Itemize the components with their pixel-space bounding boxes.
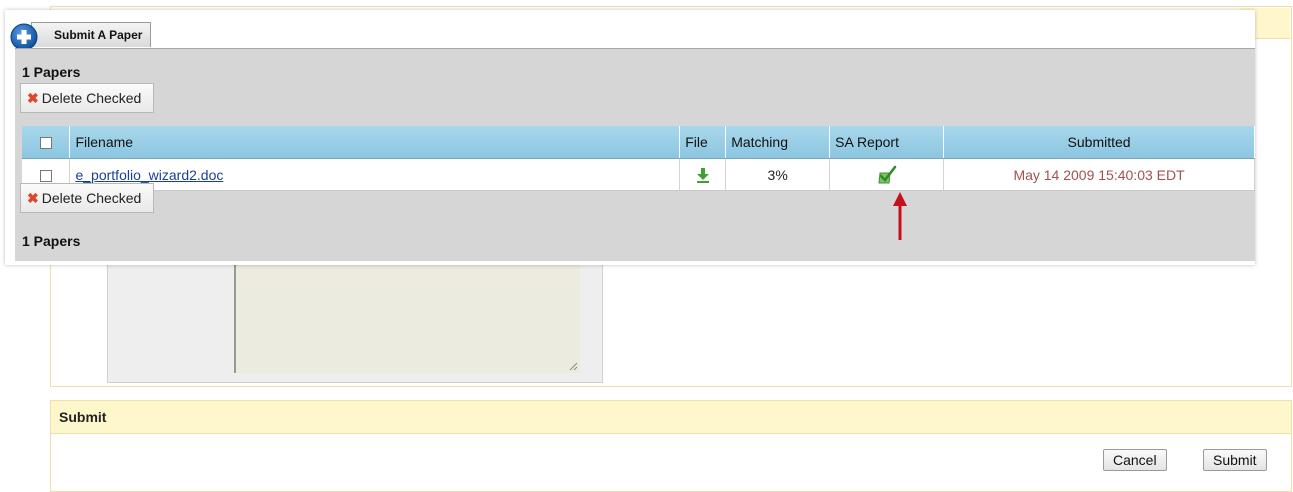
submit-section-title: Submit	[51, 401, 1291, 434]
papers-container: 1 Papers ✖ Delete Checked Filename File M…	[15, 48, 1255, 261]
file-cell	[679, 158, 727, 191]
papers-count-bottom: 1 Papers	[22, 233, 81, 249]
papers-table: Filename File Matching SA Report Submitt…	[22, 126, 1255, 191]
papers-count-top: 1 Papers	[22, 64, 81, 80]
delete-checked-label: Delete Checked	[41, 90, 142, 106]
select-all-checkbox[interactable]	[39, 137, 52, 150]
delete-checked-button-bottom[interactable]: ✖ Delete Checked	[20, 183, 155, 213]
tab-strip: Submit A Paper	[5, 10, 1255, 51]
column-header-sa-report[interactable]: SA Report	[829, 126, 945, 159]
filename-link[interactable]: e_portfolio_wizard2.doc	[75, 167, 223, 183]
select-all-checkbox-cell	[22, 126, 71, 159]
filename-cell: e_portfolio_wizard2.doc	[69, 158, 681, 191]
download-arrow-icon[interactable]	[696, 167, 710, 184]
row-checkbox[interactable]	[39, 169, 52, 182]
delete-x-icon: ✖	[27, 90, 39, 106]
table-header-row: Filename File Matching SA Report Submitt…	[22, 126, 1255, 159]
delete-checked-button-top[interactable]: ✖ Delete Checked	[20, 83, 155, 113]
column-header-matching[interactable]: Matching	[725, 126, 831, 159]
comment-textarea[interactable]	[234, 257, 580, 373]
submit-section: Submit Cancel Submit	[50, 400, 1292, 492]
column-header-filename[interactable]: Filename	[69, 126, 681, 159]
delete-checked-label: Delete Checked	[41, 190, 142, 206]
matching-cell: 3%	[725, 158, 831, 191]
sa-report-cell	[829, 158, 945, 191]
tab-submit-a-paper[interactable]: Submit A Paper	[31, 22, 152, 47]
table-row: e_portfolio_wizard2.doc 3% May 14 2009 1…	[22, 158, 1255, 191]
tab-label: Submit A Paper	[54, 28, 143, 42]
papers-panel: Submit A Paper 1 Papers ✖Delete Checked	[5, 10, 1255, 265]
submit-button[interactable]: Submit	[1203, 449, 1267, 471]
column-header-submitted[interactable]: Submitted	[943, 126, 1255, 159]
cancel-button[interactable]: Cancel	[1103, 449, 1167, 471]
resize-grip-icon[interactable]	[568, 361, 578, 371]
submitted-date-cell: May 14 2009 15:40:03 EDT	[943, 158, 1255, 191]
delete-x-icon: ✖	[27, 190, 39, 206]
checkmark-report-icon[interactable]	[877, 165, 897, 185]
column-header-file[interactable]: File	[679, 126, 727, 159]
annotation-arrow-icon	[893, 192, 907, 240]
